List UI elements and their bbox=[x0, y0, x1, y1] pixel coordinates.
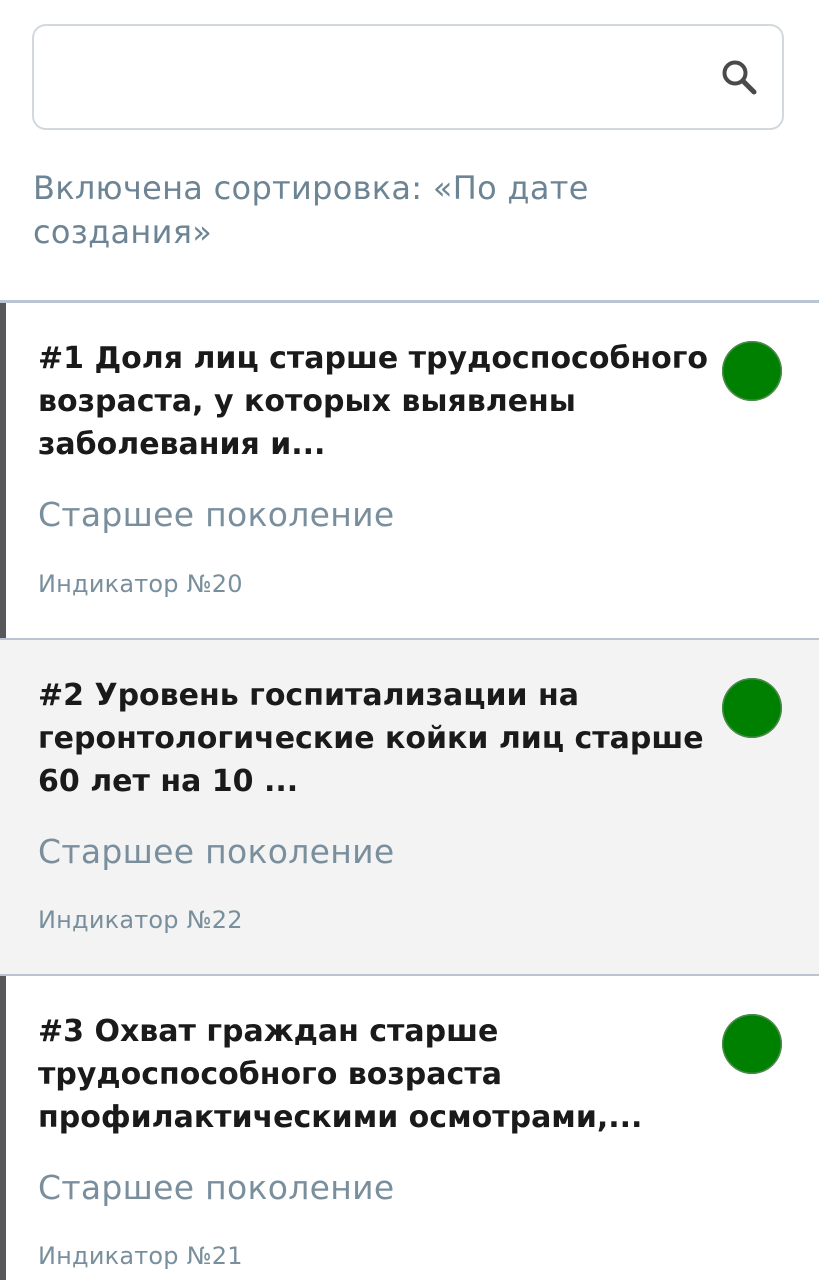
item-left-accent bbox=[0, 303, 6, 638]
status-indicator bbox=[722, 678, 782, 738]
list-item[interactable]: #2 Уровень госпитализации на геронтологи… bbox=[0, 640, 819, 974]
sort-status-text: Включена сортировка: «По дате создания» bbox=[33, 169, 589, 251]
item-indicator-number: Индикатор №22 bbox=[38, 906, 243, 934]
item-title: #2 Уровень госпитализации на геронтологи… bbox=[38, 678, 704, 799]
search-input[interactable] bbox=[54, 46, 698, 110]
item-category: Старшее поколение bbox=[38, 495, 395, 534]
item-left-accent bbox=[0, 976, 6, 1280]
item-category: Старшее поколение bbox=[38, 832, 395, 871]
item-indicator-number: Индикатор №21 bbox=[38, 1242, 243, 1270]
search-icon[interactable] bbox=[720, 58, 760, 98]
list-item[interactable]: #1 Доля лиц старше трудоспособного возра… bbox=[0, 303, 819, 638]
item-title: #1 Доля лиц старше трудоспособного возра… bbox=[38, 341, 709, 462]
status-indicator bbox=[722, 1014, 782, 1074]
search-box[interactable] bbox=[32, 24, 784, 130]
status-indicator bbox=[722, 341, 782, 401]
list-item[interactable]: #3 Охват граждан старше трудоспособного … bbox=[0, 976, 819, 1280]
item-indicator-number: Индикатор №20 bbox=[38, 570, 243, 598]
item-category: Старшее поколение bbox=[38, 1168, 395, 1207]
item-title: #3 Охват граждан старше трудоспособного … bbox=[38, 1014, 643, 1135]
